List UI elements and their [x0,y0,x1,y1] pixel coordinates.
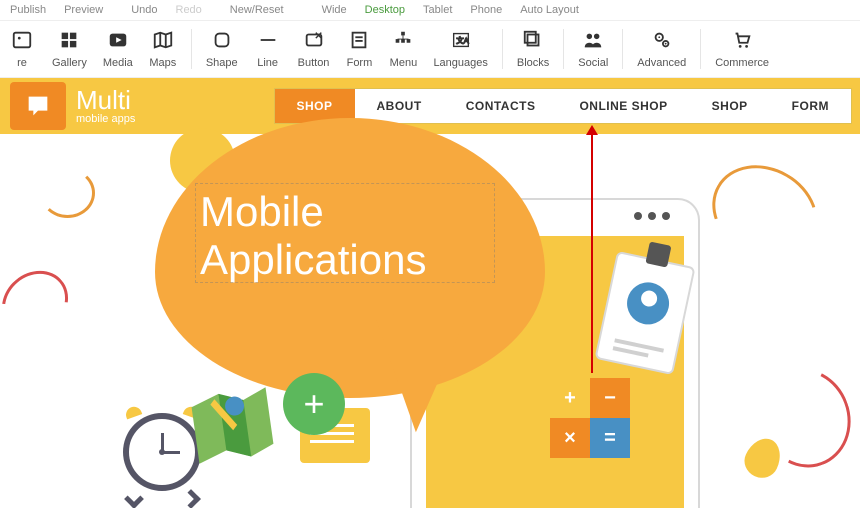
tool-line[interactable]: Line [246,29,290,69]
phone-speaker [634,212,670,220]
publish-link[interactable]: Publish [10,4,46,16]
tool-menu[interactable]: Menu [381,29,425,69]
button-icon [303,29,325,51]
nav-onlineshop[interactable]: ONLINE SHOP [557,89,689,123]
nav-form[interactable]: FORM [770,89,851,123]
tool-languages[interactable]: 文ALanguages [425,29,495,69]
calculator-illustration: + − × = [550,378,630,458]
tool-form[interactable]: Form [337,29,381,69]
tool-commerce[interactable]: Commerce [707,29,777,69]
newreset-link[interactable]: New/Reset [230,4,284,16]
menu-icon [392,29,414,51]
cart-icon [731,29,753,51]
tool-media[interactable]: Media [95,29,141,69]
logo[interactable] [10,82,66,130]
phone-link[interactable]: Phone [470,4,502,16]
wide-link[interactable]: Wide [322,4,347,16]
separator [191,29,192,69]
tool-maps[interactable]: Maps [141,29,185,69]
gears-icon [651,29,673,51]
undo-link[interactable]: Undo [131,4,157,16]
tool-gallery[interactable]: Gallery [44,29,95,69]
canvas: Multi mobile apps SHOP ABOUT CONTACTS ON… [0,78,860,508]
brand-name: Multi [76,87,135,113]
grid-icon [58,29,80,51]
map-icon [152,29,174,51]
separator [563,29,564,69]
line-icon [257,29,279,51]
selection-outline[interactable] [195,183,495,283]
nav-shop2[interactable]: SHOP [690,89,770,123]
desktop-link[interactable]: Desktop [365,4,405,16]
languages-icon: 文A [450,29,472,51]
play-icon [107,29,129,51]
decoration [40,168,95,218]
brand: Multi mobile apps [76,87,135,125]
tool-social[interactable]: Social [570,29,616,69]
separator [622,29,623,69]
picture-icon [11,29,33,51]
tablet-link[interactable]: Tablet [423,4,452,16]
svg-text:文A: 文A [456,36,468,45]
tool-button[interactable]: Button [290,29,338,69]
nav-contacts[interactable]: CONTACTS [444,89,558,123]
separator [502,29,503,69]
blocks-icon [522,29,544,51]
annotation-arrow [591,133,593,373]
site-header: Multi mobile apps SHOP ABOUT CONTACTS ON… [0,78,860,134]
tool-blocks[interactable]: Blocks [509,29,557,69]
top-menu: Publish Preview Undo Redo New/Reset Wide… [0,0,860,21]
decoration [695,147,835,280]
preview-link[interactable]: Preview [64,4,103,16]
redo-link[interactable]: Redo [176,4,202,16]
separator [700,29,701,69]
form-icon [348,29,370,51]
social-icon [582,29,604,51]
tool-advanced[interactable]: Advanced [629,29,694,69]
tool-picture[interactable]: re [0,29,44,69]
avatar-icon [623,279,673,329]
autolayout-link[interactable]: Auto Layout [520,4,579,16]
decoration [0,258,81,349]
shape-icon [211,29,233,51]
toolbar: re Gallery Media Maps Shape Line Button … [0,21,860,78]
map-illustration [179,372,286,479]
tool-shape[interactable]: Shape [198,29,246,69]
add-button[interactable]: + [283,373,345,435]
brand-tagline: mobile apps [76,113,135,125]
